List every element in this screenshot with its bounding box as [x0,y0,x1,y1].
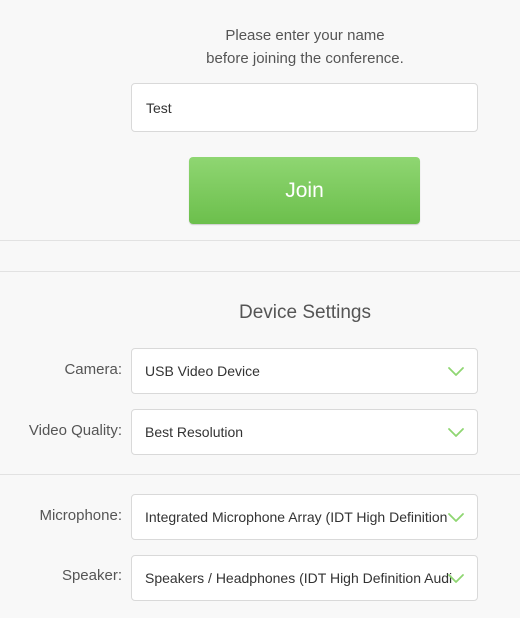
video-quality-select[interactable]: Best Resolution [131,409,478,455]
divider [0,240,520,241]
name-prompt: Please enter your name before joining th… [130,24,480,70]
speaker-select-value: Speakers / Headphones (IDT High Definiti… [145,570,452,586]
chevron-down-icon [448,574,464,583]
divider [0,271,520,272]
camera-select[interactable]: USB Video Device [131,348,478,394]
join-button[interactable]: Join [189,157,420,224]
chevron-down-icon [448,367,464,376]
chevron-down-icon [448,428,464,437]
chevron-down-icon [448,513,464,522]
video-quality-select-value: Best Resolution [145,424,244,440]
camera-select-value: USB Video Device [145,363,260,379]
divider [0,474,520,475]
camera-label: Camera: [64,361,122,378]
speaker-select[interactable]: Speakers / Headphones (IDT High Definiti… [131,555,478,601]
name-input[interactable] [131,83,478,132]
prompt-line-2: before joining the conference. [206,50,404,67]
microphone-select[interactable]: Integrated Microphone Array (IDT High De… [131,494,478,540]
prompt-line-1: Please enter your name [225,27,385,44]
device-settings-title: Device Settings [238,302,371,323]
speaker-label: Speaker: [61,567,122,584]
video-quality-label: Video Quality: [28,422,122,439]
microphone-select-value: Integrated Microphone Array (IDT High De… [145,509,448,525]
microphone-label: Microphone: [39,507,122,524]
